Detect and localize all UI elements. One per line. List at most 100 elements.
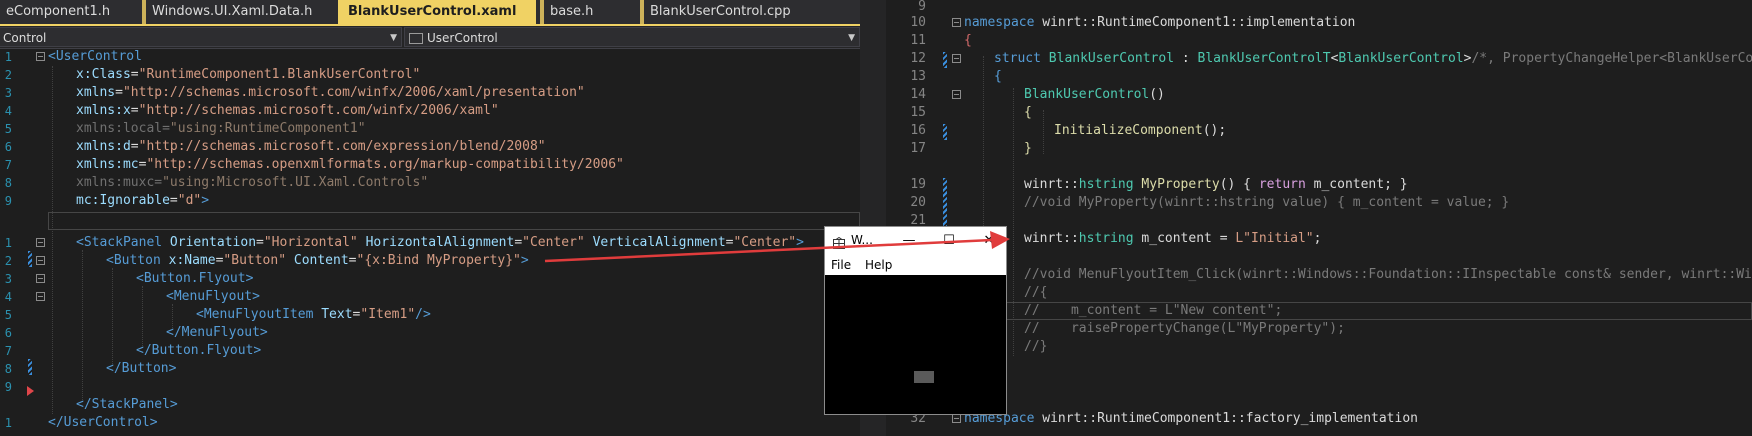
line-number: 4 [4, 290, 12, 304]
running-app-window[interactable]: W... — ☐ ✕ File Help [824, 226, 1007, 415]
line-number: 8 [4, 362, 12, 376]
code-line: { [964, 33, 972, 48]
chevron-down-icon: ▼ [390, 33, 397, 43]
tab-windows-ui-xaml-data-h[interactable]: Windows.UI.Xaml.Data.h [142, 0, 338, 24]
line-number: 3 [4, 272, 12, 286]
xaml-editor[interactable]: eComponent1.h Windows.UI.Xaml.Data.h Bla… [0, 0, 860, 436]
line-number: 6 [4, 140, 12, 154]
code-line: { [994, 69, 1002, 84]
code-line: <MenuFlyout> [166, 289, 260, 304]
menu-file[interactable]: File [831, 257, 851, 273]
line-number: 6 [4, 326, 12, 340]
app-title-bar[interactable]: W... — ☐ ✕ [825, 227, 1006, 255]
code-line: </MenuFlyout> [166, 325, 268, 340]
line-number: 8 [4, 176, 12, 190]
close-button[interactable]: ✕ [975, 227, 1003, 255]
collapse-icon[interactable] [36, 238, 45, 247]
code-line: </Button> [106, 361, 177, 376]
collapse-icon[interactable] [952, 90, 961, 99]
code-line: </UserControl> [48, 415, 158, 430]
collapse-icon[interactable] [36, 52, 45, 61]
minimize-button[interactable]: — [895, 227, 923, 255]
breakpoint-arrow-icon [27, 386, 34, 396]
maximize-button[interactable]: ☐ [935, 227, 963, 255]
line-number: 17 [910, 141, 926, 156]
cpp-editor[interactable]: 9 10 11 12 13 14 15 16 17 19 20 21 22 32… [886, 0, 1752, 436]
collapse-icon[interactable] [952, 414, 961, 423]
line-number: 20 [910, 195, 926, 210]
change-marker [943, 178, 947, 228]
code-line: <Button.Flyout> [136, 271, 254, 286]
line-number: 9 [4, 380, 12, 394]
code-line: xmlns:d="http://schemas.microsoft.com/ex… [76, 139, 546, 154]
tab-base-h[interactable]: base.h [540, 0, 640, 24]
line-number: 7 [4, 344, 12, 358]
code-line: <StackPanel Orientation="Horizontal" Hor… [76, 235, 804, 250]
document-tab-bar: eComponent1.h Windows.UI.Xaml.Data.h Bla… [0, 0, 860, 26]
tab-runtimecomponent1-h[interactable]: eComponent1.h [0, 0, 142, 24]
code-line: xmlns="http://schemas.microsoft.com/winf… [76, 85, 585, 100]
app-menu-bar: File Help [825, 255, 1006, 275]
current-line-highlight [48, 212, 860, 230]
code-line: //{ [1024, 285, 1048, 300]
code-line: struct BlankUserControl : BlankUserContr… [994, 51, 1752, 66]
line-number: 19 [910, 177, 926, 192]
line-number: 14 [910, 87, 926, 102]
code-line: // m_content = L"New content"; [1024, 303, 1283, 318]
change-marker [28, 251, 32, 267]
tab-blankusercontrol-cpp[interactable]: BlankUserControl.cpp [640, 0, 860, 24]
navigation-bar: Control ▼ UserControl ▼ [0, 26, 860, 49]
chevron-down-icon: ▼ [848, 33, 855, 43]
class-icon [409, 33, 423, 44]
line-number: 1 [4, 236, 12, 250]
app-title: W... [851, 233, 873, 247]
line-number: 4 [4, 104, 12, 118]
line-number: 2 [4, 254, 12, 268]
change-marker [943, 124, 947, 140]
code-line: <Button x:Name="Button" Content="{x:Bind… [106, 253, 529, 268]
line-number: 15 [910, 105, 926, 120]
code-line: xmlns:muxc="using:Microsoft.UI.Xaml.Cont… [76, 175, 429, 190]
code-line: <MenuFlyoutItem Text="Item1"/> [196, 307, 431, 322]
line-number: 1 [4, 50, 12, 64]
code-line: </Button.Flyout> [136, 343, 262, 358]
code-line: //} [1024, 339, 1048, 354]
collapse-icon[interactable] [952, 18, 961, 27]
code-line: x:Class="RuntimeComponent1.BlankUserCont… [76, 67, 421, 82]
code-line: winrt::hstring MyProperty() { return m_c… [1024, 177, 1408, 192]
tab-blankusercontrol-xaml[interactable]: BlankUserControl.xaml [338, 0, 536, 24]
code-line: namespace winrt::RuntimeComponent1::impl… [964, 15, 1356, 30]
code-line: </StackPanel> [76, 397, 178, 412]
menu-help[interactable]: Help [865, 257, 892, 273]
bound-button[interactable] [914, 371, 934, 383]
change-marker [28, 359, 32, 375]
type-dropdown[interactable]: Control ▼ [0, 27, 402, 47]
code-line: InitializeComponent(); [1054, 123, 1227, 138]
code-line: namespace winrt::RuntimeComponent1::fact… [964, 411, 1418, 426]
line-number: 3 [4, 86, 12, 100]
code-line: winrt::hstring m_content = L"Initial"; [1024, 231, 1322, 246]
line-number: 11 [910, 33, 926, 48]
app-client-area [825, 275, 1006, 414]
collapse-icon[interactable] [36, 292, 45, 301]
line-number: 9 [4, 194, 12, 208]
collapse-icon[interactable] [36, 256, 45, 265]
code-line: } [1024, 141, 1032, 156]
line-number: 13 [910, 69, 926, 84]
code-line: // raisePropertyChange(L"MyProperty"); [1024, 321, 1345, 336]
app-icon [833, 234, 845, 249]
line-number: 10 [910, 15, 926, 30]
line-number: 5 [4, 122, 12, 136]
line-number: 16 [910, 123, 926, 138]
member-dropdown[interactable]: UserControl ▼ [404, 27, 860, 47]
collapse-icon[interactable] [36, 274, 45, 283]
code-line: mc:Ignorable="d"> [76, 193, 210, 208]
line-number: 5 [4, 308, 12, 322]
line-number: 7 [4, 158, 12, 172]
line-number: 12 [910, 51, 926, 66]
code-line: { [1024, 105, 1032, 120]
code-line: xmlns:local="using:RuntimeComponent1" [76, 121, 366, 136]
line-number: 2 [4, 68, 12, 82]
collapse-icon[interactable] [952, 54, 961, 63]
line-number: 1 [4, 416, 12, 430]
